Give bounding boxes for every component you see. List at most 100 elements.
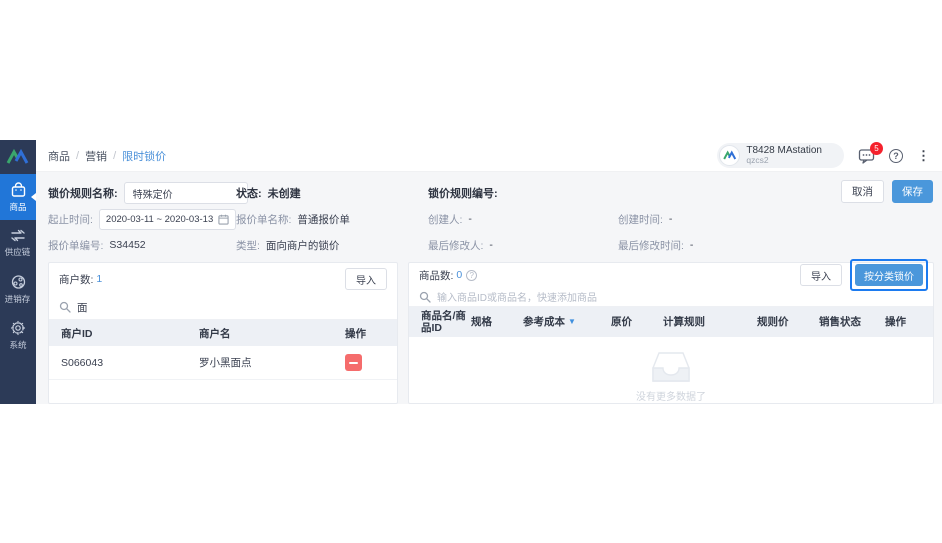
merchant-actions-cell [345, 354, 397, 371]
breadcrumb-limited-time-lock-price[interactable]: 限时锁价 [122, 148, 166, 164]
col-merchant-actions: 操作 [345, 327, 366, 340]
col-sale-status: 销售状态 [819, 315, 861, 328]
status-cell: 状态: 未创建 [236, 185, 428, 201]
rule-form: 锁价规则名称: 状态: 未创建 锁价规则编号: 起止时间: 2020-03-11… [36, 172, 942, 260]
modify-time-cell: 最后修改时间: - [618, 238, 930, 253]
empty-state-text: 没有更多数据了 [636, 392, 706, 403]
empty-state: 没有更多数据了 [409, 337, 933, 403]
quote-name-cell: 报价单名称: 普通报价单 [236, 212, 428, 227]
sidebar-item-system[interactable]: 系统 [0, 312, 36, 358]
quote-name-value: 普通报价单 [297, 213, 350, 226]
user-account: qzcs2 [746, 155, 769, 166]
avatar [719, 145, 741, 166]
quote-number-label: 报价单编号: [48, 239, 104, 252]
message-count-badge: 5 [870, 141, 883, 155]
empty-inbox-icon [652, 352, 690, 382]
search-icon [419, 291, 431, 303]
help-button[interactable]: ? [889, 148, 903, 163]
type-label: 类型: [236, 239, 260, 252]
more-menu-button[interactable]: ⋮ [917, 149, 930, 162]
app-logo[interactable] [0, 140, 36, 174]
col-original-price: 原价 [611, 315, 632, 328]
breadcrumb-separator: / [113, 149, 117, 162]
highlight-ring: 按分类锁价 [850, 259, 928, 292]
rule-number-label: 锁价规则编号: [428, 188, 498, 200]
merchant-name: 罗小黑面点 [199, 357, 252, 369]
date-range-input[interactable]: 2020-03-11 ~ 2020-03-13 [98, 208, 236, 230]
create-time-label: 创建时间: [618, 213, 663, 226]
modifier-label: 最后修改人: [428, 239, 484, 252]
status-value: 未创建 [267, 188, 301, 200]
create-time-value: - [668, 213, 673, 225]
merchants-table-header: 商户ID 商户名 操作 [49, 320, 397, 346]
sidebar-item-label: 供应链 [5, 247, 31, 257]
rule-number-cell: 锁价规则编号: [428, 185, 618, 201]
sidebar-item-label: 商品 [9, 201, 27, 212]
products-panel-header: 商品数: 0 ? 导入 按分类锁价 [409, 259, 933, 292]
creator-value: - [468, 213, 472, 225]
breadcrumb: 商品 / 营销 / 限时锁价 [48, 148, 166, 164]
product-count-help-icon[interactable]: ? [466, 269, 478, 281]
col-reference-cost[interactable]: 参考成本 ▼ [523, 316, 611, 328]
creator-label: 创建人: [428, 213, 463, 226]
bag-icon [11, 181, 25, 197]
rule-name-cell: 锁价规则名称: [48, 182, 248, 204]
sidebar-item-inventory[interactable]: 进销存 [0, 266, 36, 312]
product-count-label: 商品数: [419, 269, 454, 282]
quote-number-cell: 报价单编号: S34452 [48, 238, 236, 253]
sidebar-item-label: 系统 [9, 339, 27, 350]
creator-cell: 创建人: - [428, 212, 618, 227]
main-area: 商品 / 营销 / 限时锁价 T8428 MAstation qzcs2 5 ?… [36, 140, 942, 404]
product-count-value: 0 [456, 269, 463, 282]
kebab-icon: ⋮ [917, 148, 930, 163]
cancel-button[interactable]: 取消 [841, 180, 884, 203]
sidebar-item-label: 进销存 [5, 293, 31, 304]
sidebar-item-products[interactable]: 商品 [0, 174, 36, 220]
status-label: 状态: [236, 188, 262, 200]
col-merchant-id: 商户ID [61, 327, 93, 340]
merchants-panel-header: 商户数: 1 导入 [49, 263, 397, 295]
merchant-search-input[interactable]: 面 [77, 300, 88, 315]
col-product-actions: 操作 [885, 315, 906, 328]
gear-icon [10, 320, 26, 335]
merchant-search-bar[interactable]: 面 [49, 295, 397, 320]
arrows-icon [11, 229, 25, 242]
quote-name-label: 报价单名称: [236, 213, 292, 226]
merchants-import-button[interactable]: 导入 [345, 268, 387, 290]
merchant-id: S066043 [61, 356, 104, 369]
rule-name-label: 锁价规则名称: [48, 188, 118, 200]
col-rule-price: 规则价 [757, 315, 789, 328]
products-table-header: 商品名/商品ID 规格 参考成本 ▼ 原价 计算规则 规则价 销售状态 操作 [409, 307, 933, 337]
remove-merchant-button[interactable] [345, 354, 362, 371]
col-merchant-name: 商户名 [199, 327, 231, 340]
messages-button[interactable]: 5 [858, 141, 883, 164]
breadcrumb-products[interactable]: 商品 [48, 148, 70, 164]
merchant-count-value: 1 [96, 273, 103, 285]
breadcrumb-separator: / [76, 149, 80, 162]
date-range-label: 起止时间: [48, 213, 93, 226]
rule-name-input[interactable] [123, 182, 248, 204]
user-meta: T8428 MAstation qzcs2 [746, 145, 822, 166]
date-range-value: 2020-03-11 ~ 2020-03-13 [105, 213, 214, 225]
user-menu[interactable]: T8428 MAstation qzcs2 [717, 143, 844, 168]
help-icon: ? [889, 148, 903, 163]
modify-time-label: 最后修改时间: [618, 239, 684, 252]
merchant-row: S066043 罗小黑面点 [49, 346, 397, 380]
product-search-input[interactable]: 输入商品ID或商品名，快速添加商品 [437, 289, 597, 304]
modifier-cell: 最后修改人: - [428, 238, 618, 253]
sidebar-item-supply-chain[interactable]: 供应链 [0, 220, 36, 266]
col-product-name-id: 商品名/商品ID [421, 309, 466, 334]
lock-price-by-category-button[interactable]: 按分类锁价 [855, 264, 923, 287]
col-spec: 规格 [471, 315, 492, 328]
breadcrumb-marketing[interactable]: 营销 [85, 148, 107, 164]
reference-cost-label: 参考成本 [523, 315, 565, 328]
products-import-button[interactable]: 导入 [800, 264, 842, 287]
col-calc-rule: 计算规则 [663, 315, 705, 328]
product-search-bar[interactable]: 输入商品ID或商品名，快速添加商品 [409, 288, 933, 307]
avatar-logo-icon [723, 150, 737, 160]
nodes-icon [11, 274, 25, 289]
logo-icon [6, 148, 29, 164]
sidebar: 商品 供应链 进销存 系统 [0, 140, 36, 404]
save-button[interactable]: 保存 [892, 180, 933, 203]
sort-caret-icon: ▼ [568, 317, 576, 326]
